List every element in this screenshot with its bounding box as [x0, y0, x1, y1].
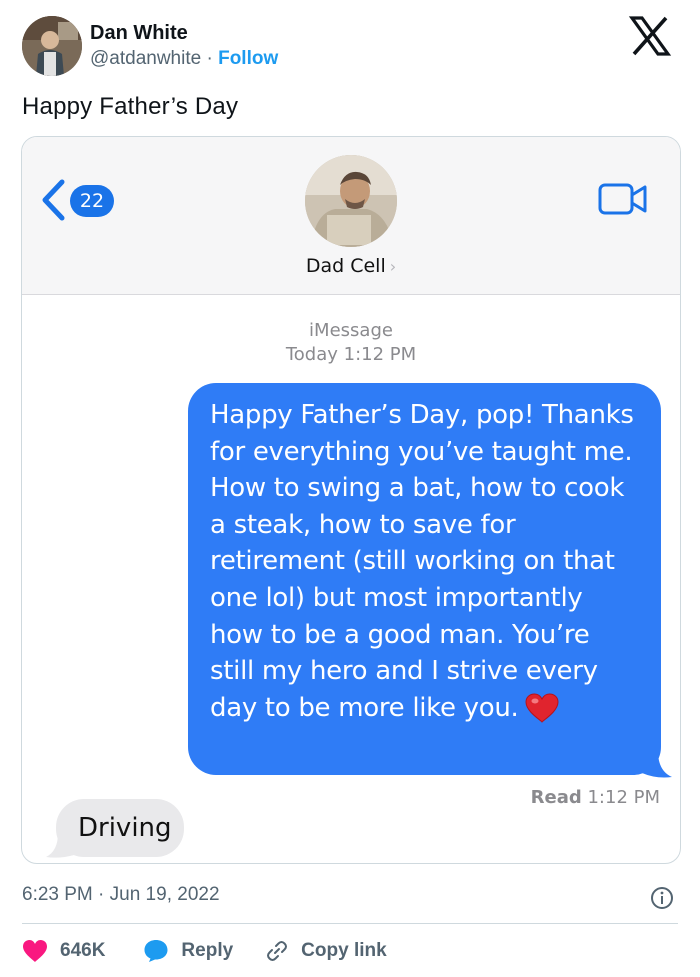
- incoming-message-text: Driving: [78, 813, 172, 843]
- contact-name-label: Dad Cell: [305, 255, 386, 277]
- reply-button[interactable]: Reply: [143, 939, 233, 963]
- outgoing-message-text: Happy Father’s Day, pop! Thanks for ever…: [210, 400, 634, 723]
- copy-link-button[interactable]: Copy link: [265, 939, 387, 963]
- info-icon[interactable]: [650, 886, 674, 910]
- service-name: iMessage: [309, 320, 393, 341]
- action-bar: 646K Reply Copy link: [22, 936, 387, 966]
- author-handle[interactable]: @atdanwhite: [90, 48, 201, 69]
- unread-count-badge[interactable]: 22: [70, 185, 114, 217]
- service-label: iMessage Today 1:12 PM: [22, 319, 680, 367]
- x-logo-icon[interactable]: [628, 16, 672, 56]
- outgoing-bubble-tail: [642, 751, 672, 779]
- contact-avatar[interactable]: [305, 155, 397, 247]
- tweet-timestamp[interactable]: 6:23 PM · Jun 19, 2022: [22, 884, 220, 906]
- tweet-card: Dan White @atdanwhite · Follow Happy Fat…: [0, 0, 700, 977]
- speech-bubble-icon: [144, 940, 168, 962]
- footer-divider: [22, 923, 678, 924]
- outgoing-message-bubble: Happy Father’s Day, pop! Thanks for ever…: [188, 383, 661, 775]
- follow-button[interactable]: Follow: [218, 48, 278, 69]
- media-card[interactable]: 22 Dad Cell › iMessage Today 1:12 PM Hap…: [21, 136, 681, 864]
- read-time: 1:12 PM: [587, 787, 660, 808]
- like-button[interactable]: 646K: [22, 939, 105, 963]
- incoming-message-bubble: Driving: [56, 799, 184, 857]
- tweet-text: Happy Father’s Day: [22, 93, 239, 120]
- read-receipt: Read 1:12 PM: [531, 787, 660, 808]
- video-camera-icon[interactable]: [598, 183, 648, 215]
- handle-separator: ·: [206, 48, 213, 69]
- read-label: Read: [530, 787, 582, 808]
- conversation-header: 22 Dad Cell ›: [22, 137, 680, 295]
- author-display-name[interactable]: Dan White: [90, 22, 188, 45]
- contact-chevron-icon: ›: [389, 257, 397, 276]
- chevron-left-icon[interactable]: [40, 179, 66, 221]
- contact-name[interactable]: Dad Cell ›: [22, 255, 680, 277]
- copy-link-label: Copy link: [301, 940, 387, 961]
- like-count: 646K: [60, 940, 106, 961]
- reply-label: Reply: [181, 940, 234, 961]
- author-handle-row: @atdanwhite · Follow: [90, 48, 278, 70]
- link-icon: [267, 941, 288, 961]
- red-heart-icon: [525, 693, 559, 723]
- author-avatar[interactable]: [22, 16, 82, 76]
- heart-icon: [23, 940, 47, 962]
- service-timestamp: Today 1:12 PM: [285, 344, 417, 365]
